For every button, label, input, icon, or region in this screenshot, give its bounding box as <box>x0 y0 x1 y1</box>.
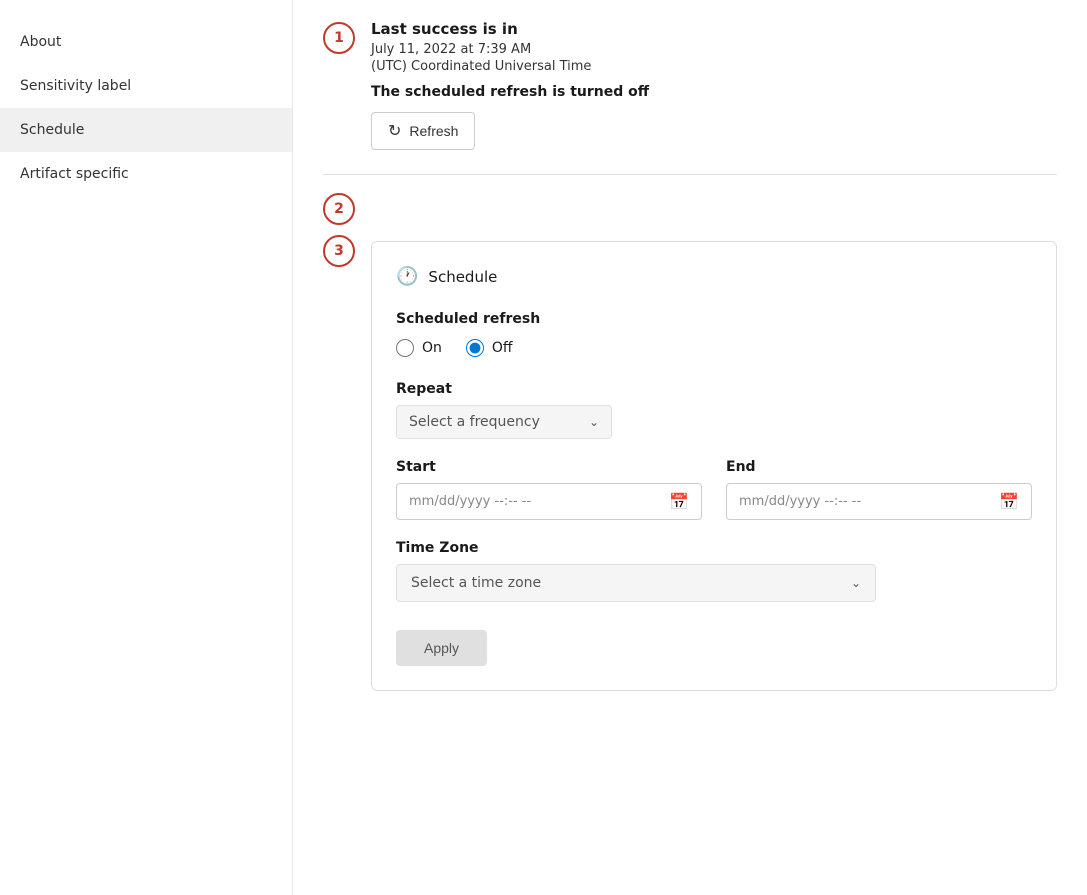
sidebar-item-sensitivity-label[interactable]: Sensitivity label <box>0 64 292 108</box>
step-3-content: 🕐 Schedule Scheduled refresh On <box>371 233 1057 691</box>
timezone-dropdown[interactable]: Select a time zone ⌄ <box>396 564 876 602</box>
timezone-label: Time Zone <box>396 540 1032 556</box>
repeat-placeholder: Select a frequency <box>409 414 540 430</box>
chevron-down-icon-tz: ⌄ <box>851 576 861 590</box>
refresh-radio-group: On Off <box>396 339 1032 357</box>
step-2-section: 2 <box>323 191 1057 225</box>
step-1-section: 1 Last success is in July 11, 2022 at 7:… <box>323 20 1057 150</box>
step-2-content <box>371 191 1057 225</box>
repeat-dropdown[interactable]: Select a frequency ⌄ <box>396 405 612 439</box>
radio-on-input[interactable] <box>396 339 414 357</box>
step-2-number: 2 <box>323 193 355 225</box>
clock-icon: 🕐 <box>396 266 418 287</box>
step-3-number: 3 <box>323 235 355 267</box>
repeat-group: Repeat Select a frequency ⌄ <box>396 381 1032 439</box>
scheduled-refresh-group: Scheduled refresh On Off <box>396 311 1032 357</box>
timezone-group: Time Zone Select a time zone ⌄ <box>396 540 1032 602</box>
schedule-card-title: 🕐 Schedule <box>396 266 1032 287</box>
repeat-label: Repeat <box>396 381 1032 397</box>
scheduled-refresh-label: Scheduled refresh <box>396 311 1032 327</box>
refresh-status-text: The scheduled refresh is turned off <box>371 84 1057 100</box>
calendar-icon-start: 📅 <box>669 492 689 511</box>
refresh-button[interactable]: ↻ Refresh <box>371 112 475 150</box>
radio-off-label: Off <box>492 340 513 356</box>
sidebar-item-about[interactable]: About <box>0 20 292 64</box>
radio-off-input[interactable] <box>466 339 484 357</box>
end-field: End mm/dd/yyyy --:-- -- 📅 <box>726 459 1032 520</box>
radio-on-label: On <box>422 340 442 356</box>
page-layout: About Sensitivity label Schedule Artifac… <box>0 0 1087 895</box>
schedule-title-label: Schedule <box>428 268 497 286</box>
start-field: Start mm/dd/yyyy --:-- -- 📅 <box>396 459 702 520</box>
sidebar: About Sensitivity label Schedule Artifac… <box>0 0 293 895</box>
schedule-card: 🕐 Schedule Scheduled refresh On <box>371 241 1057 691</box>
end-placeholder: mm/dd/yyyy --:-- -- <box>739 494 861 509</box>
start-input-wrapper[interactable]: mm/dd/yyyy --:-- -- 📅 <box>396 483 702 520</box>
step-3-section: 3 🕐 Schedule Scheduled refresh <box>323 233 1057 691</box>
apply-button[interactable]: Apply <box>396 630 487 666</box>
refresh-button-label: Refresh <box>409 123 458 139</box>
sidebar-item-artifact-specific[interactable]: Artifact specific <box>0 152 292 196</box>
step-1-content: Last success is in July 11, 2022 at 7:39… <box>371 20 1057 150</box>
divider-1 <box>323 174 1057 175</box>
main-content: 1 Last success is in July 11, 2022 at 7:… <box>293 0 1087 895</box>
step-1-number: 1 <box>323 22 355 54</box>
end-input-wrapper[interactable]: mm/dd/yyyy --:-- -- 📅 <box>726 483 1032 520</box>
refresh-icon: ↻ <box>388 121 401 141</box>
last-success-timezone: (UTC) Coordinated Universal Time <box>371 59 1057 74</box>
last-success-date: July 11, 2022 at 7:39 AM <box>371 42 1057 57</box>
radio-on-option[interactable]: On <box>396 339 442 357</box>
calendar-icon-end: 📅 <box>999 492 1019 511</box>
end-label: End <box>726 459 1032 475</box>
radio-off-option[interactable]: Off <box>466 339 513 357</box>
start-placeholder: mm/dd/yyyy --:-- -- <box>409 494 531 509</box>
timezone-placeholder: Select a time zone <box>411 575 541 591</box>
date-row: Start mm/dd/yyyy --:-- -- 📅 End mm/dd/yy… <box>396 459 1032 520</box>
chevron-down-icon: ⌄ <box>589 415 599 429</box>
sidebar-item-schedule[interactable]: Schedule <box>0 108 292 152</box>
last-success-title: Last success is in <box>371 20 1057 38</box>
start-label: Start <box>396 459 702 475</box>
